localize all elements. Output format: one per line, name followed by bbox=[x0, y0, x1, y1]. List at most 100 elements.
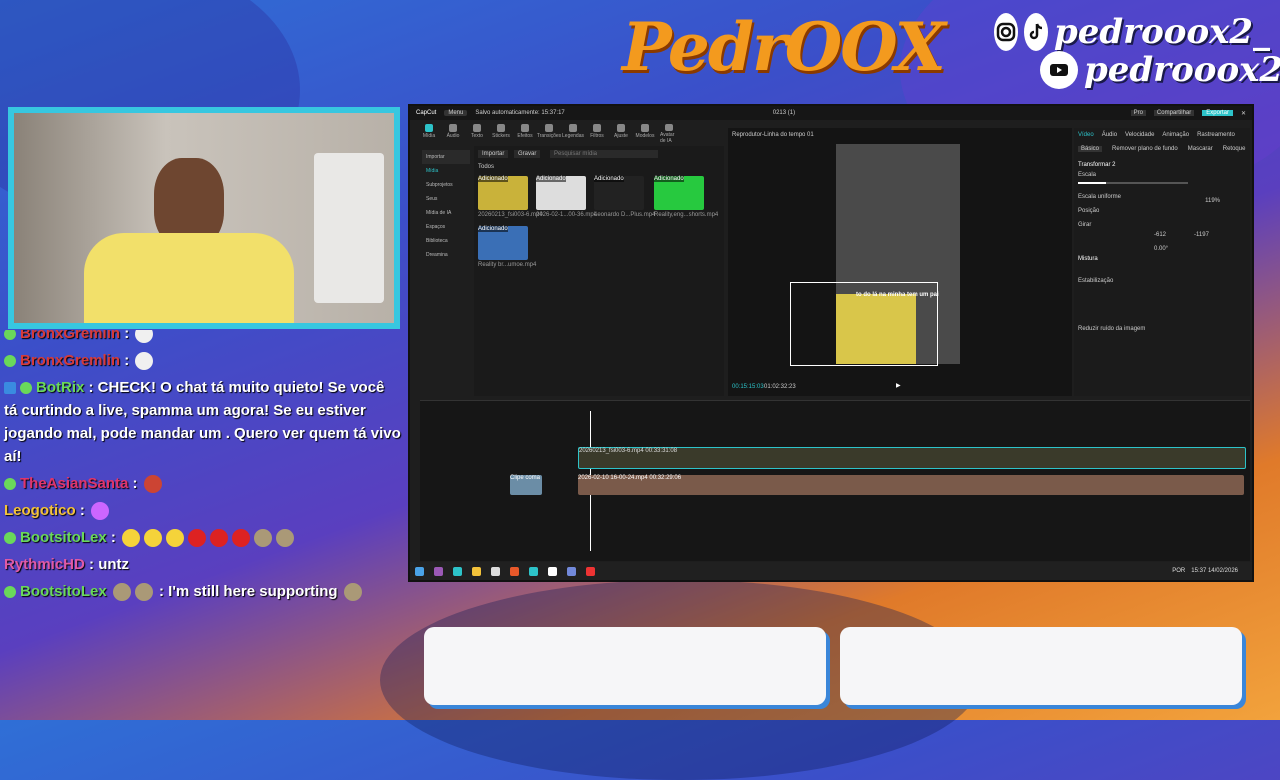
clock-date: 14/02/2026 bbox=[1207, 568, 1238, 574]
chat-message: BronxGremlin : bbox=[0, 330, 405, 347]
store-icon[interactable] bbox=[491, 566, 500, 576]
text-icon bbox=[473, 124, 481, 132]
tool-adjust[interactable]: Ajuste bbox=[612, 124, 630, 144]
audio-icon bbox=[449, 124, 457, 132]
tab-speed[interactable]: Velocidade bbox=[1125, 132, 1154, 138]
nav-library[interactable]: Biblioteca bbox=[422, 234, 470, 248]
media-thumb[interactable]: Adicionado bbox=[478, 226, 528, 260]
subtab-retouch[interactable]: Retoque bbox=[1223, 146, 1246, 152]
nav-dreamina[interactable]: Dreamina bbox=[422, 248, 470, 262]
nav-ai-media[interactable]: Mídia de IA bbox=[422, 206, 470, 220]
export-button[interactable]: Exportar bbox=[1202, 110, 1233, 116]
emote-icon bbox=[343, 583, 362, 602]
capcut-icon[interactable] bbox=[548, 566, 557, 576]
chat-message: BootsitoLex : I'm still here supporting bbox=[0, 578, 405, 605]
emote-icon bbox=[210, 529, 229, 548]
tool-effects[interactable]: Efeitos bbox=[516, 124, 534, 144]
uniform-scale-label: Escala uniforme bbox=[1078, 194, 1122, 200]
badge-icon bbox=[4, 532, 16, 545]
emote-icon bbox=[144, 529, 163, 548]
media-thumb[interactable]: Adicionado bbox=[478, 176, 528, 210]
media-browser: Importar Gravar Pesquisar mídia Todos Ad… bbox=[474, 146, 724, 396]
player-title: Reprodutor-Linha do tempo 01 bbox=[732, 132, 814, 138]
app-icon[interactable] bbox=[434, 566, 443, 576]
tab-audio[interactable]: Áudio bbox=[1102, 132, 1117, 138]
clip-side[interactable]: Clipe coma bbox=[510, 475, 542, 495]
sticker-icon bbox=[497, 124, 505, 132]
panel-subtabs: Básico Remover plano de fundo Mascarar R… bbox=[1074, 142, 1250, 156]
tool-templates[interactable]: Modelos bbox=[636, 124, 654, 144]
nav-import[interactable]: Importar bbox=[422, 150, 470, 164]
tool-filters[interactable]: Filtros bbox=[588, 124, 606, 144]
filter-icon bbox=[593, 124, 601, 132]
pro-button[interactable]: Pro bbox=[1130, 110, 1146, 116]
brave-icon[interactable] bbox=[510, 566, 519, 576]
thumb-name: Reality br...umoe.mp4 bbox=[478, 262, 537, 268]
media-thumb[interactable]: Adicionado bbox=[594, 176, 644, 210]
subtab-mask[interactable]: Mascarar bbox=[1188, 146, 1213, 152]
tool-text[interactable]: Texto bbox=[468, 124, 486, 144]
nav-spaces[interactable]: Espaços bbox=[422, 220, 470, 234]
position-x[interactable]: -612 bbox=[1154, 232, 1166, 238]
video-player: Reprodutor-Linha do tempo 01 to do lá na… bbox=[728, 128, 1072, 396]
rotate-label: Girar bbox=[1078, 222, 1092, 228]
thumb-tag: Adicionado bbox=[478, 226, 508, 232]
stabilize-label[interactable]: Estabilização bbox=[1074, 264, 1250, 286]
record-button[interactable]: Gravar bbox=[514, 150, 541, 158]
edge-icon[interactable] bbox=[453, 566, 462, 576]
youtube-icon bbox=[1040, 51, 1078, 89]
tab-tracking[interactable]: Rastreamento bbox=[1197, 132, 1235, 138]
emote-icon bbox=[135, 352, 154, 371]
search-input[interactable]: Pesquisar mídia bbox=[550, 150, 658, 158]
reduce-noise-label[interactable]: Reduzir ruído da imagem bbox=[1074, 286, 1250, 334]
position-y[interactable]: -1197 bbox=[1194, 232, 1209, 238]
tool-stickers[interactable]: Stickers bbox=[492, 124, 510, 144]
media-thumb[interactable]: Adicionado bbox=[536, 176, 586, 210]
share-button[interactable]: Compartilhar bbox=[1153, 110, 1195, 116]
emote-icon bbox=[143, 475, 162, 494]
selection-box[interactable] bbox=[790, 282, 938, 366]
tool-media[interactable]: Mídia bbox=[420, 124, 438, 144]
nav-yours[interactable]: Seus bbox=[422, 192, 470, 206]
menu-button[interactable]: Menu bbox=[444, 110, 468, 116]
chat-text: : bbox=[124, 352, 130, 369]
obs-icon[interactable] bbox=[586, 566, 595, 576]
import-button[interactable]: Importar bbox=[478, 150, 509, 158]
subtab-remove-bg[interactable]: Remover plano de fundo bbox=[1112, 146, 1178, 152]
position-label: Posição bbox=[1078, 208, 1100, 214]
emote-icon bbox=[188, 529, 207, 548]
system-language: POR bbox=[1172, 568, 1186, 574]
badge-icon bbox=[4, 355, 16, 368]
tool-ai-avatar[interactable]: Avatar de IA bbox=[660, 124, 678, 144]
nav-subprojects[interactable]: Subprojetos bbox=[422, 178, 470, 192]
tool-label: Modelos bbox=[635, 133, 655, 139]
overlay-card-left bbox=[424, 627, 826, 705]
media-thumb[interactable]: Adicionado bbox=[654, 176, 704, 210]
discord-icon[interactable] bbox=[567, 566, 576, 576]
tool-captions[interactable]: Legendas bbox=[562, 124, 584, 144]
app-icon[interactable] bbox=[529, 566, 538, 576]
chat-message: BootsitoLex : bbox=[0, 524, 405, 551]
scale-slider[interactable] bbox=[1078, 182, 1188, 184]
subtab-basic[interactable]: Básico bbox=[1078, 146, 1103, 152]
play-icon[interactable]: ▶ bbox=[896, 382, 901, 389]
chat-text: : bbox=[124, 330, 130, 342]
tool-transitions[interactable]: Transições bbox=[537, 124, 561, 144]
emote-icon bbox=[232, 529, 251, 548]
start-icon[interactable] bbox=[415, 566, 424, 576]
filter-all[interactable]: Todos bbox=[478, 164, 494, 170]
rotate-value[interactable]: 0.00° bbox=[1154, 246, 1168, 252]
scale-value[interactable]: 119% bbox=[1205, 198, 1220, 204]
tab-animation[interactable]: Animação bbox=[1162, 132, 1189, 138]
folder-icon[interactable] bbox=[472, 566, 481, 576]
clip-top[interactable]: 20260213_fsi003-6.mp4 00:33:31:08 bbox=[578, 447, 1246, 469]
emote-icon bbox=[166, 529, 185, 548]
badge-icon bbox=[4, 586, 16, 599]
tab-video[interactable]: Vídeo bbox=[1078, 132, 1094, 138]
clip-main[interactable]: 2026-02-10 16-00-24.mp4 00:32:29:06 bbox=[578, 475, 1244, 495]
nav-media[interactable]: Mídia bbox=[422, 164, 470, 178]
close-icon[interactable]: ✕ bbox=[1241, 110, 1246, 117]
scale-label: Escala bbox=[1078, 172, 1097, 178]
tool-audio[interactable]: Áudio bbox=[444, 124, 462, 144]
transition-icon bbox=[545, 124, 553, 132]
